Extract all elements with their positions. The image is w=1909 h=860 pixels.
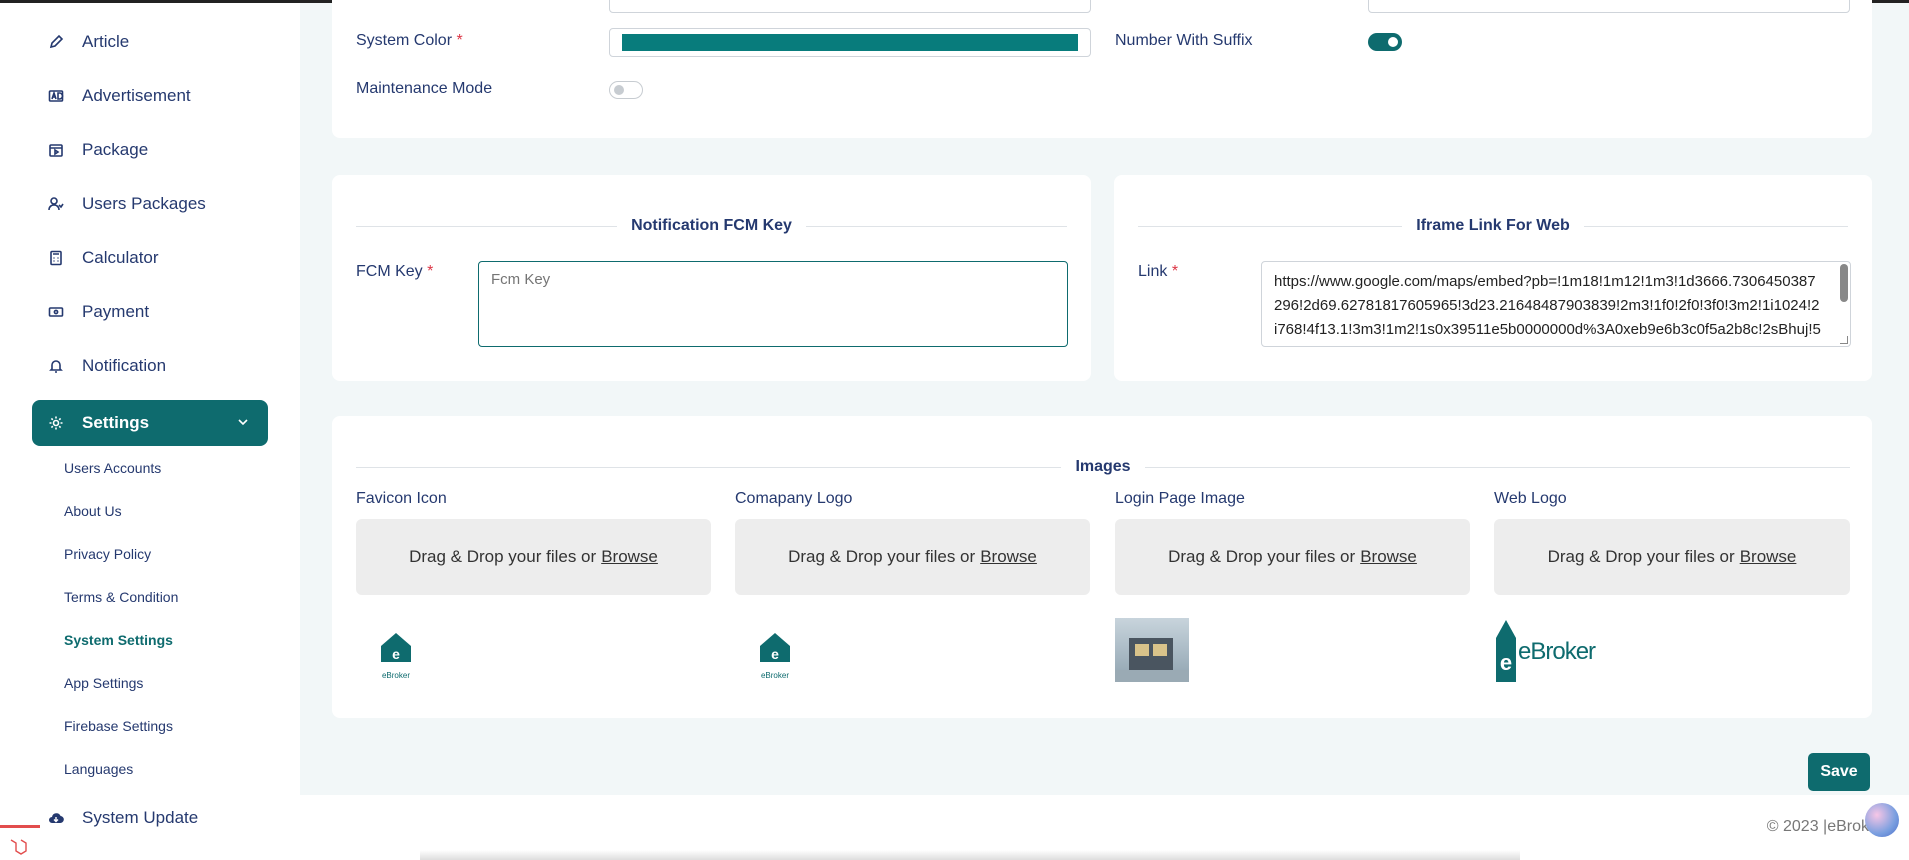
avatar[interactable] xyxy=(1865,803,1899,837)
sidebar-item-label: Users Packages xyxy=(82,194,206,213)
sidebar-item-label: Package xyxy=(82,140,149,159)
login-image-dropzone[interactable]: Drag & Drop your files or Browse xyxy=(1115,519,1470,595)
pencil-icon xyxy=(46,32,66,52)
browse-link[interactable]: Browse xyxy=(1360,547,1417,567)
sidebar-item-article[interactable]: Article xyxy=(32,19,268,65)
system-color-input[interactable] xyxy=(609,28,1091,57)
sidebar-item-users-packages[interactable]: Users Packages xyxy=(32,181,268,227)
login-image-label: Login Page Image xyxy=(1115,490,1245,507)
top-input-left[interactable] xyxy=(609,0,1091,13)
sidebar-item-label: Calculator xyxy=(82,248,159,267)
sub-item-terms-condition[interactable]: Terms & Condition xyxy=(64,589,178,605)
favicon-preview: e eBroker xyxy=(376,628,416,680)
chevron-down-icon xyxy=(236,414,250,428)
sidebar-item-calculator[interactable]: Calculator xyxy=(32,235,268,281)
browse-link[interactable]: Browse xyxy=(980,547,1037,567)
top-input-right[interactable] xyxy=(1368,0,1850,13)
fcm-card: Notification FCM Key FCM Key * xyxy=(332,175,1091,381)
svg-text:e: e xyxy=(771,646,779,662)
sidebar-item-payment[interactable]: Payment xyxy=(32,289,268,335)
link-label: Link * xyxy=(1138,263,1179,280)
sidebar-item-label: Advertisement xyxy=(82,86,191,105)
sidebar-item-advertisement[interactable]: Advertisement xyxy=(32,73,268,119)
sidebar-item-package[interactable]: Package xyxy=(32,127,268,173)
sub-item-languages[interactable]: Languages xyxy=(64,761,133,777)
company-logo-label: Comapany Logo xyxy=(735,490,853,507)
company-logo-dropzone[interactable]: Drag & Drop your files or Browse xyxy=(735,519,1090,595)
fcm-key-textarea[interactable] xyxy=(478,261,1068,347)
scrollbar-thumb[interactable] xyxy=(1840,264,1848,302)
browse-link[interactable]: Browse xyxy=(601,547,658,567)
laravel-icon xyxy=(10,839,27,855)
number-suffix-toggle[interactable] xyxy=(1368,33,1402,51)
sidebar: Article Advertisement Package Users Pack… xyxy=(0,3,300,860)
sub-item-about-us[interactable]: About Us xyxy=(64,503,122,519)
sub-item-privacy-policy[interactable]: Privacy Policy xyxy=(64,546,151,562)
save-button[interactable]: Save xyxy=(1808,753,1870,791)
calculator-icon xyxy=(46,248,66,268)
iframe-card: Iframe Link For Web Link * https://www.g… xyxy=(1114,175,1872,381)
color-swatch xyxy=(622,34,1078,51)
sub-item-app-settings[interactable]: App Settings xyxy=(64,675,143,691)
favicon-dropzone[interactable]: Drag & Drop your files or Browse xyxy=(356,519,711,595)
footer-shadow xyxy=(420,850,1520,860)
package-icon xyxy=(46,140,66,160)
payment-icon xyxy=(46,302,66,322)
cloud-download-icon xyxy=(46,808,66,828)
user-package-icon xyxy=(46,194,66,214)
company-logo-preview: e eBroker xyxy=(755,628,795,680)
sidebar-item-label: Payment xyxy=(82,302,150,321)
fcm-key-label: FCM Key * xyxy=(356,263,434,280)
sidebar-item-label: Settings xyxy=(82,413,150,432)
main-content: System Color * Number With Suffix Mainte… xyxy=(300,0,1909,795)
sub-item-users-accounts[interactable]: Users Accounts xyxy=(64,460,161,476)
web-logo-preview: e eBroker xyxy=(1494,616,1596,684)
sub-item-system-settings[interactable]: System Settings xyxy=(64,632,173,648)
sidebar-item-label: Article xyxy=(82,32,130,51)
favicon-label: Favicon Icon xyxy=(356,490,447,507)
general-settings-card: System Color * Number With Suffix Mainte… xyxy=(332,0,1872,138)
system-color-label: System Color * xyxy=(356,32,463,49)
svg-text:e: e xyxy=(392,646,400,662)
images-section-title: Images xyxy=(356,458,1851,476)
images-card: Images Favicon Icon Drag & Drop your fil… xyxy=(332,416,1872,718)
maintenance-mode-label: Maintenance Mode xyxy=(356,80,493,97)
browse-link[interactable]: Browse xyxy=(1740,547,1797,567)
laravel-debug-badge[interactable] xyxy=(0,825,40,860)
iframe-link-value: https://www.google.com/maps/embed?pb=!1m… xyxy=(1274,273,1821,346)
svg-text:e: e xyxy=(1500,650,1512,675)
footer: © 2023 |eBrok xyxy=(300,795,1909,860)
web-logo-label: Web Logo xyxy=(1494,490,1567,507)
number-suffix-label: Number With Suffix xyxy=(1115,32,1253,49)
sidebar-item-system-update[interactable]: System Update xyxy=(36,795,272,841)
maintenance-mode-toggle[interactable] xyxy=(609,81,643,99)
iframe-link-textarea[interactable]: https://www.google.com/maps/embed?pb=!1m… xyxy=(1261,261,1851,347)
iframe-section-title: Iframe Link For Web xyxy=(1138,217,1849,235)
login-image-preview xyxy=(1115,618,1189,682)
sub-item-firebase-settings[interactable]: Firebase Settings xyxy=(64,718,173,734)
bell-icon xyxy=(46,356,66,376)
sidebar-item-notification[interactable]: Notification xyxy=(32,343,268,389)
gear-icon xyxy=(46,413,66,433)
sidebar-item-label: Notification xyxy=(82,356,167,375)
sidebar-item-settings[interactable]: Settings xyxy=(32,400,268,446)
resize-handle[interactable] xyxy=(1840,336,1848,344)
fcm-section-title: Notification FCM Key xyxy=(356,217,1068,235)
web-logo-dropzone[interactable]: Drag & Drop your files or Browse xyxy=(1494,519,1850,595)
sidebar-item-label: System Update xyxy=(82,808,199,827)
footer-copyright: © 2023 |eBrok xyxy=(1766,818,1869,835)
ad-icon xyxy=(46,86,66,106)
